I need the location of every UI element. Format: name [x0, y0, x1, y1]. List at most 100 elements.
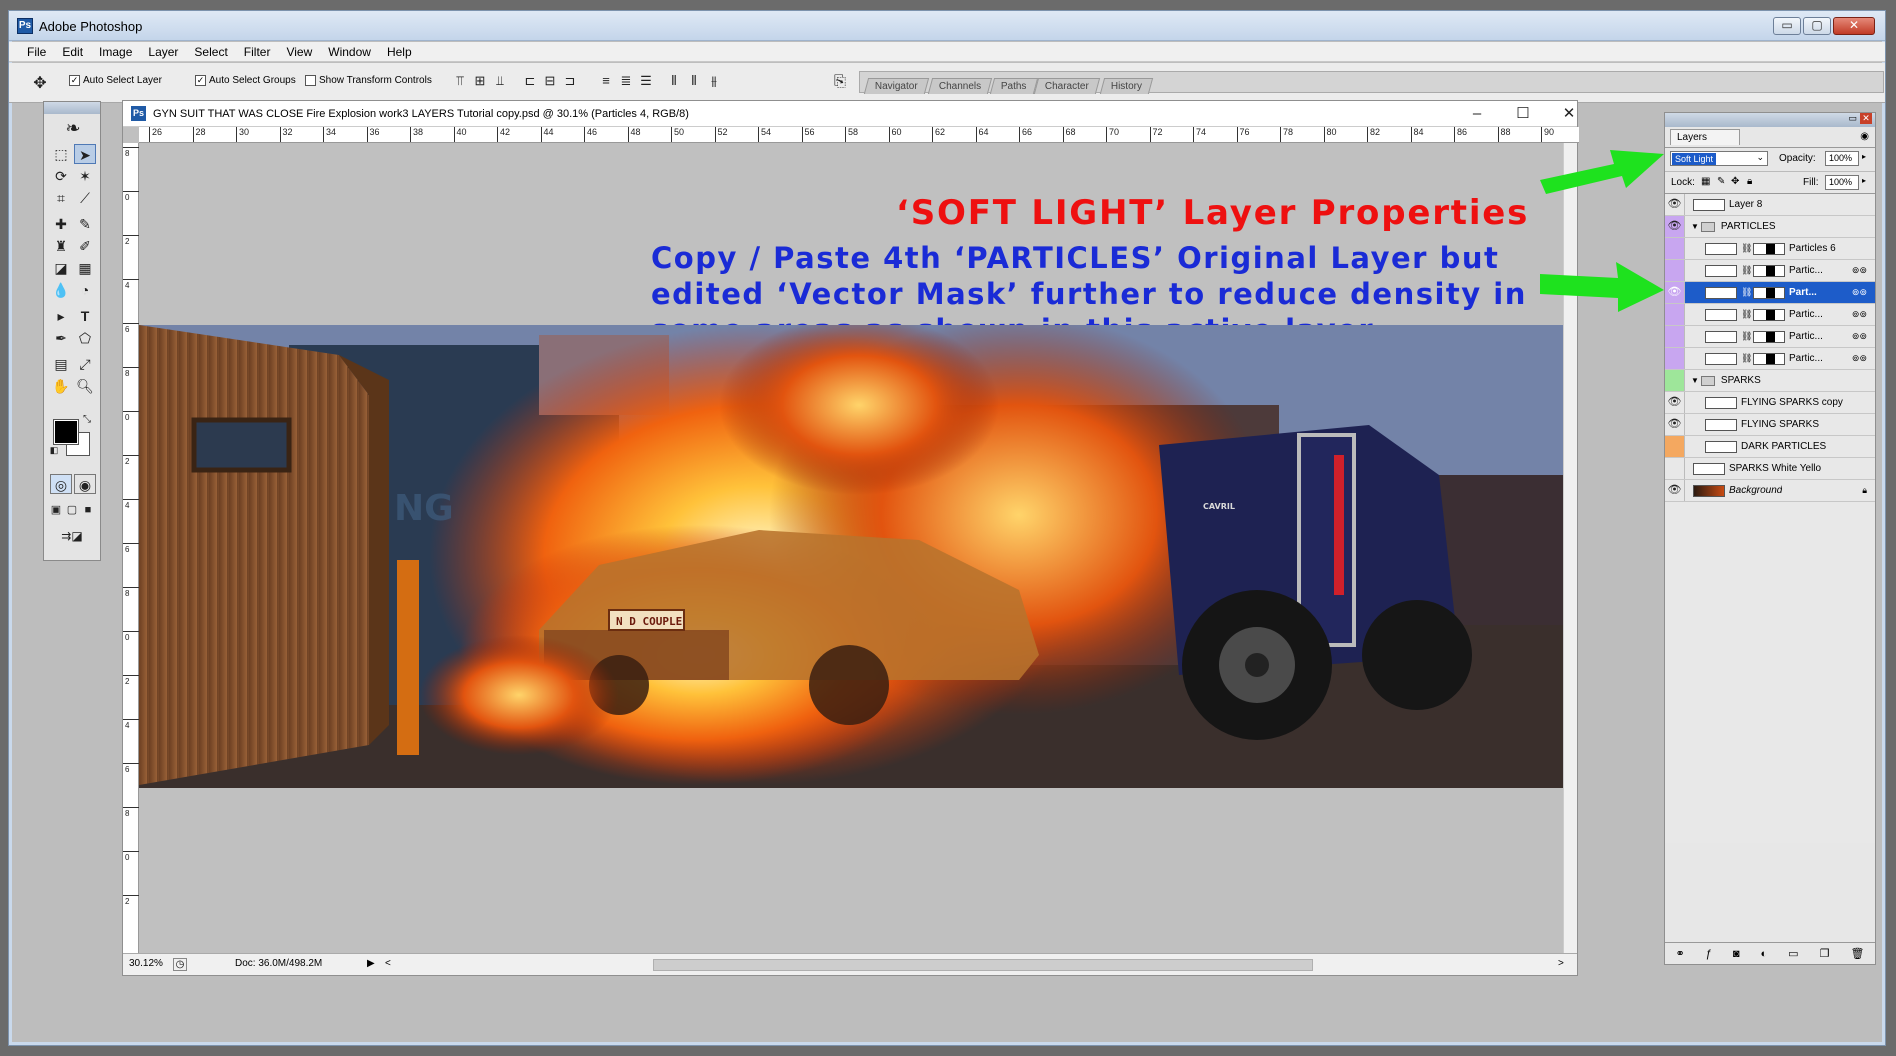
- toolbox-header[interactable]: [44, 102, 100, 114]
- menu-view[interactable]: View: [278, 42, 320, 61]
- gradient-tool-icon[interactable]: ▦: [74, 258, 96, 278]
- vector-mask-thumbnail[interactable]: [1753, 286, 1785, 299]
- doc-minimize-button[interactable]: –: [1467, 104, 1487, 124]
- menu-filter[interactable]: Filter: [236, 42, 279, 61]
- visibility-eye-icon[interactable]: [1665, 370, 1685, 391]
- vector-mask-thumbnail[interactable]: [1753, 352, 1785, 365]
- align-right-icon[interactable]: ⊐: [561, 73, 579, 91]
- hand-tool-icon[interactable]: ✋: [50, 376, 72, 396]
- notes-tool-icon[interactable]: ▤: [50, 354, 72, 374]
- shape-tool-icon[interactable]: ⬠: [74, 328, 96, 348]
- layer-effects-icon[interactable]: ⊚⊚: [1852, 309, 1867, 320]
- layer-row[interactable]: ⛓ Partic... ⊚⊚: [1665, 348, 1875, 370]
- scroll-left-icon[interactable]: <: [385, 958, 391, 969]
- auto-select-layer-checkbox[interactable]: ✓: [69, 75, 80, 86]
- zoom-level[interactable]: 30.12%: [129, 958, 163, 969]
- crop-tool-icon[interactable]: ⌗: [50, 188, 72, 208]
- distribute-right-icon[interactable]: ⫵: [705, 73, 723, 91]
- layer-row[interactable]: DARK PARTICLES: [1665, 436, 1875, 458]
- layer-row[interactable]: ▼ SPARKS: [1665, 370, 1875, 392]
- fill-slider-arrow-icon[interactable]: ▸: [1862, 176, 1866, 185]
- doc-close-button[interactable]: ✕: [1559, 104, 1579, 124]
- minimize-button[interactable]: ▭: [1773, 17, 1801, 35]
- opacity-slider-arrow-icon[interactable]: ▸: [1862, 152, 1866, 161]
- fx-icon[interactable]: ƒ: [1706, 948, 1712, 960]
- layer-row[interactable]: ⛓ Partic... ⊚⊚: [1665, 304, 1875, 326]
- layer-row[interactable]: ⛓ Partic... ⊚⊚: [1665, 260, 1875, 282]
- layer-row[interactable]: 👁︎ Layer 8: [1665, 194, 1875, 216]
- group-expand-icon[interactable]: ▼: [1691, 222, 1699, 231]
- canvas-area[interactable]: ‘SOFT LIGHT’ Layer Properties Copy / Pas…: [139, 143, 1565, 953]
- visibility-eye-icon[interactable]: [1665, 304, 1685, 325]
- menu-window[interactable]: Window: [320, 42, 379, 61]
- visibility-eye-icon[interactable]: 👁︎: [1665, 414, 1685, 435]
- vertical-ruler[interactable]: 802468024680246802: [123, 143, 139, 953]
- horizontal-scrollbar-thumb[interactable]: [653, 959, 1313, 971]
- visibility-eye-icon[interactable]: [1665, 238, 1685, 259]
- auto-select-layer-option[interactable]: ✓ Auto Select Layer: [69, 75, 162, 86]
- distribute-bottom-icon[interactable]: ☰: [637, 73, 655, 91]
- screen-mode-full-menu-icon[interactable]: ▢: [64, 500, 80, 520]
- mask-link-icon[interactable]: ⛓: [1741, 309, 1752, 320]
- visibility-eye-icon[interactable]: [1665, 458, 1685, 479]
- layer-row[interactable]: ⛓ Particles 6: [1665, 238, 1875, 260]
- tab-channels[interactable]: Channels: [927, 78, 993, 94]
- doc-maximize-button[interactable]: ☐: [1513, 104, 1533, 124]
- type-tool-icon[interactable]: T: [74, 306, 96, 326]
- lock-image-icon[interactable]: ✎: [1717, 176, 1725, 187]
- group-icon[interactable]: ▭: [1788, 947, 1798, 960]
- scroll-right-icon[interactable]: >: [1558, 958, 1564, 969]
- blend-mode-select[interactable]: Soft Light ⌄: [1670, 151, 1768, 166]
- align-bottom-icon[interactable]: ⫫: [491, 73, 509, 91]
- tab-layers[interactable]: Layers: [1670, 129, 1740, 145]
- visibility-eye-icon[interactable]: [1665, 260, 1685, 281]
- visibility-eye-icon[interactable]: 👁︎: [1665, 480, 1685, 501]
- layer-effects-icon[interactable]: ⊚⊚: [1852, 331, 1867, 342]
- align-hcenter-icon[interactable]: ⊟: [541, 73, 559, 91]
- align-top-icon[interactable]: ⫪: [451, 73, 469, 91]
- horizontal-ruler[interactable]: 26 28 30 32 34 36 38 40 42 44 46 48 50 52 54 56 58 60 62 64…: [139, 127, 1579, 143]
- panel-menu-icon[interactable]: ◉: [1860, 131, 1869, 142]
- trash-icon[interactable]: 🗑︎: [1850, 947, 1864, 960]
- clone-stamp-icon[interactable]: ♜: [50, 236, 72, 256]
- menu-image[interactable]: Image: [91, 42, 140, 61]
- layer-row[interactable]: SPARKS White Yello: [1665, 458, 1875, 480]
- file-browser-icon[interactable]: ⎘: [831, 73, 849, 91]
- distribute-left-icon[interactable]: ⫴: [665, 73, 683, 91]
- adjustment-icon[interactable]: ◐: [1761, 948, 1768, 960]
- mask-link-icon[interactable]: ⛓: [1741, 353, 1752, 364]
- pen-tool-icon[interactable]: ✒: [50, 328, 72, 348]
- tab-navigator[interactable]: Navigator: [863, 78, 929, 94]
- lock-all-icon[interactable]: 🔒︎: [1747, 176, 1752, 187]
- menu-select[interactable]: Select: [186, 42, 235, 61]
- close-button[interactable]: ✕: [1833, 17, 1875, 35]
- menu-file[interactable]: File: [19, 42, 54, 61]
- auto-select-groups-option[interactable]: ✓ Auto Select Groups: [195, 75, 296, 86]
- new-layer-icon[interactable]: ❐: [1820, 947, 1830, 960]
- visibility-eye-icon[interactable]: 👁︎: [1665, 194, 1685, 215]
- move-tool-preset-icon[interactable]: ✥: [31, 73, 49, 92]
- blur-tool-icon[interactable]: 💧: [50, 280, 72, 300]
- opacity-field[interactable]: 100%: [1825, 151, 1859, 166]
- panel-minimize-icon[interactable]: ▭: [1848, 113, 1857, 124]
- layer-effects-icon[interactable]: ⊚⊚: [1852, 353, 1867, 364]
- layer-row[interactable]: 👁︎ Background 🔒︎: [1665, 480, 1875, 502]
- distribute-vcenter-icon[interactable]: ≣: [617, 73, 635, 91]
- link-icon[interactable]: ⚭: [1676, 947, 1685, 960]
- menu-layer[interactable]: Layer: [140, 42, 186, 61]
- layer-row[interactable]: 👁︎ FLYING SPARKS: [1665, 414, 1875, 436]
- history-brush-icon[interactable]: ✐: [74, 236, 96, 256]
- fill-field[interactable]: 100%: [1825, 175, 1859, 190]
- dodge-tool-icon[interactable]: ◔: [74, 280, 96, 300]
- vector-mask-thumbnail[interactable]: [1753, 264, 1785, 277]
- eyedropper-tool-icon[interactable]: ⤢: [74, 354, 96, 374]
- show-transform-checkbox[interactable]: [305, 75, 316, 86]
- zoom-tool-icon[interactable]: 🔍︎: [74, 376, 96, 396]
- screen-mode-standard-icon[interactable]: ▣: [48, 500, 64, 520]
- visibility-eye-icon[interactable]: 👁︎: [1665, 282, 1685, 303]
- mask-icon[interactable]: ◙: [1733, 948, 1740, 960]
- layer-row[interactable]: 👁︎ FLYING SPARKS copy: [1665, 392, 1875, 414]
- layer-effects-icon[interactable]: ⊚⊚: [1852, 287, 1867, 298]
- path-selection-icon[interactable]: ▸: [50, 306, 72, 326]
- default-colors-icon[interactable]: ◧: [48, 444, 60, 456]
